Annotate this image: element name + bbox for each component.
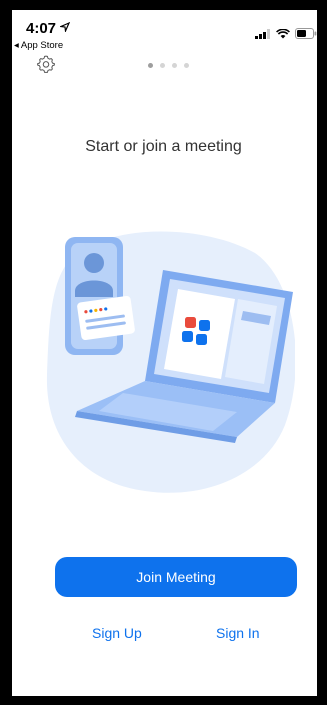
page-indicator: [148, 63, 189, 68]
sign-in-link[interactable]: Sign In: [216, 625, 260, 641]
join-meeting-button[interactable]: Join Meeting: [55, 557, 297, 597]
page-dot: [160, 63, 165, 68]
home-indicator[interactable]: [118, 696, 233, 700]
wifi-icon: [276, 29, 290, 39]
gear-icon[interactable]: [36, 54, 56, 74]
page-dot: [148, 63, 153, 68]
location-arrow-icon: [58, 21, 71, 34]
signal-icon: [255, 29, 270, 39]
page-title: Start or join a meeting: [85, 138, 242, 155]
status-icons: [255, 28, 317, 39]
sign-up-link[interactable]: Sign Up: [92, 625, 142, 641]
meeting-illustration: [46, 231, 295, 493]
status-time: 4:07: [26, 20, 71, 37]
battery-icon: [295, 28, 317, 39]
page-dot: [172, 63, 177, 68]
back-to-app-store-link[interactable]: ◂ App Store: [14, 40, 63, 51]
page-dot: [184, 63, 189, 68]
